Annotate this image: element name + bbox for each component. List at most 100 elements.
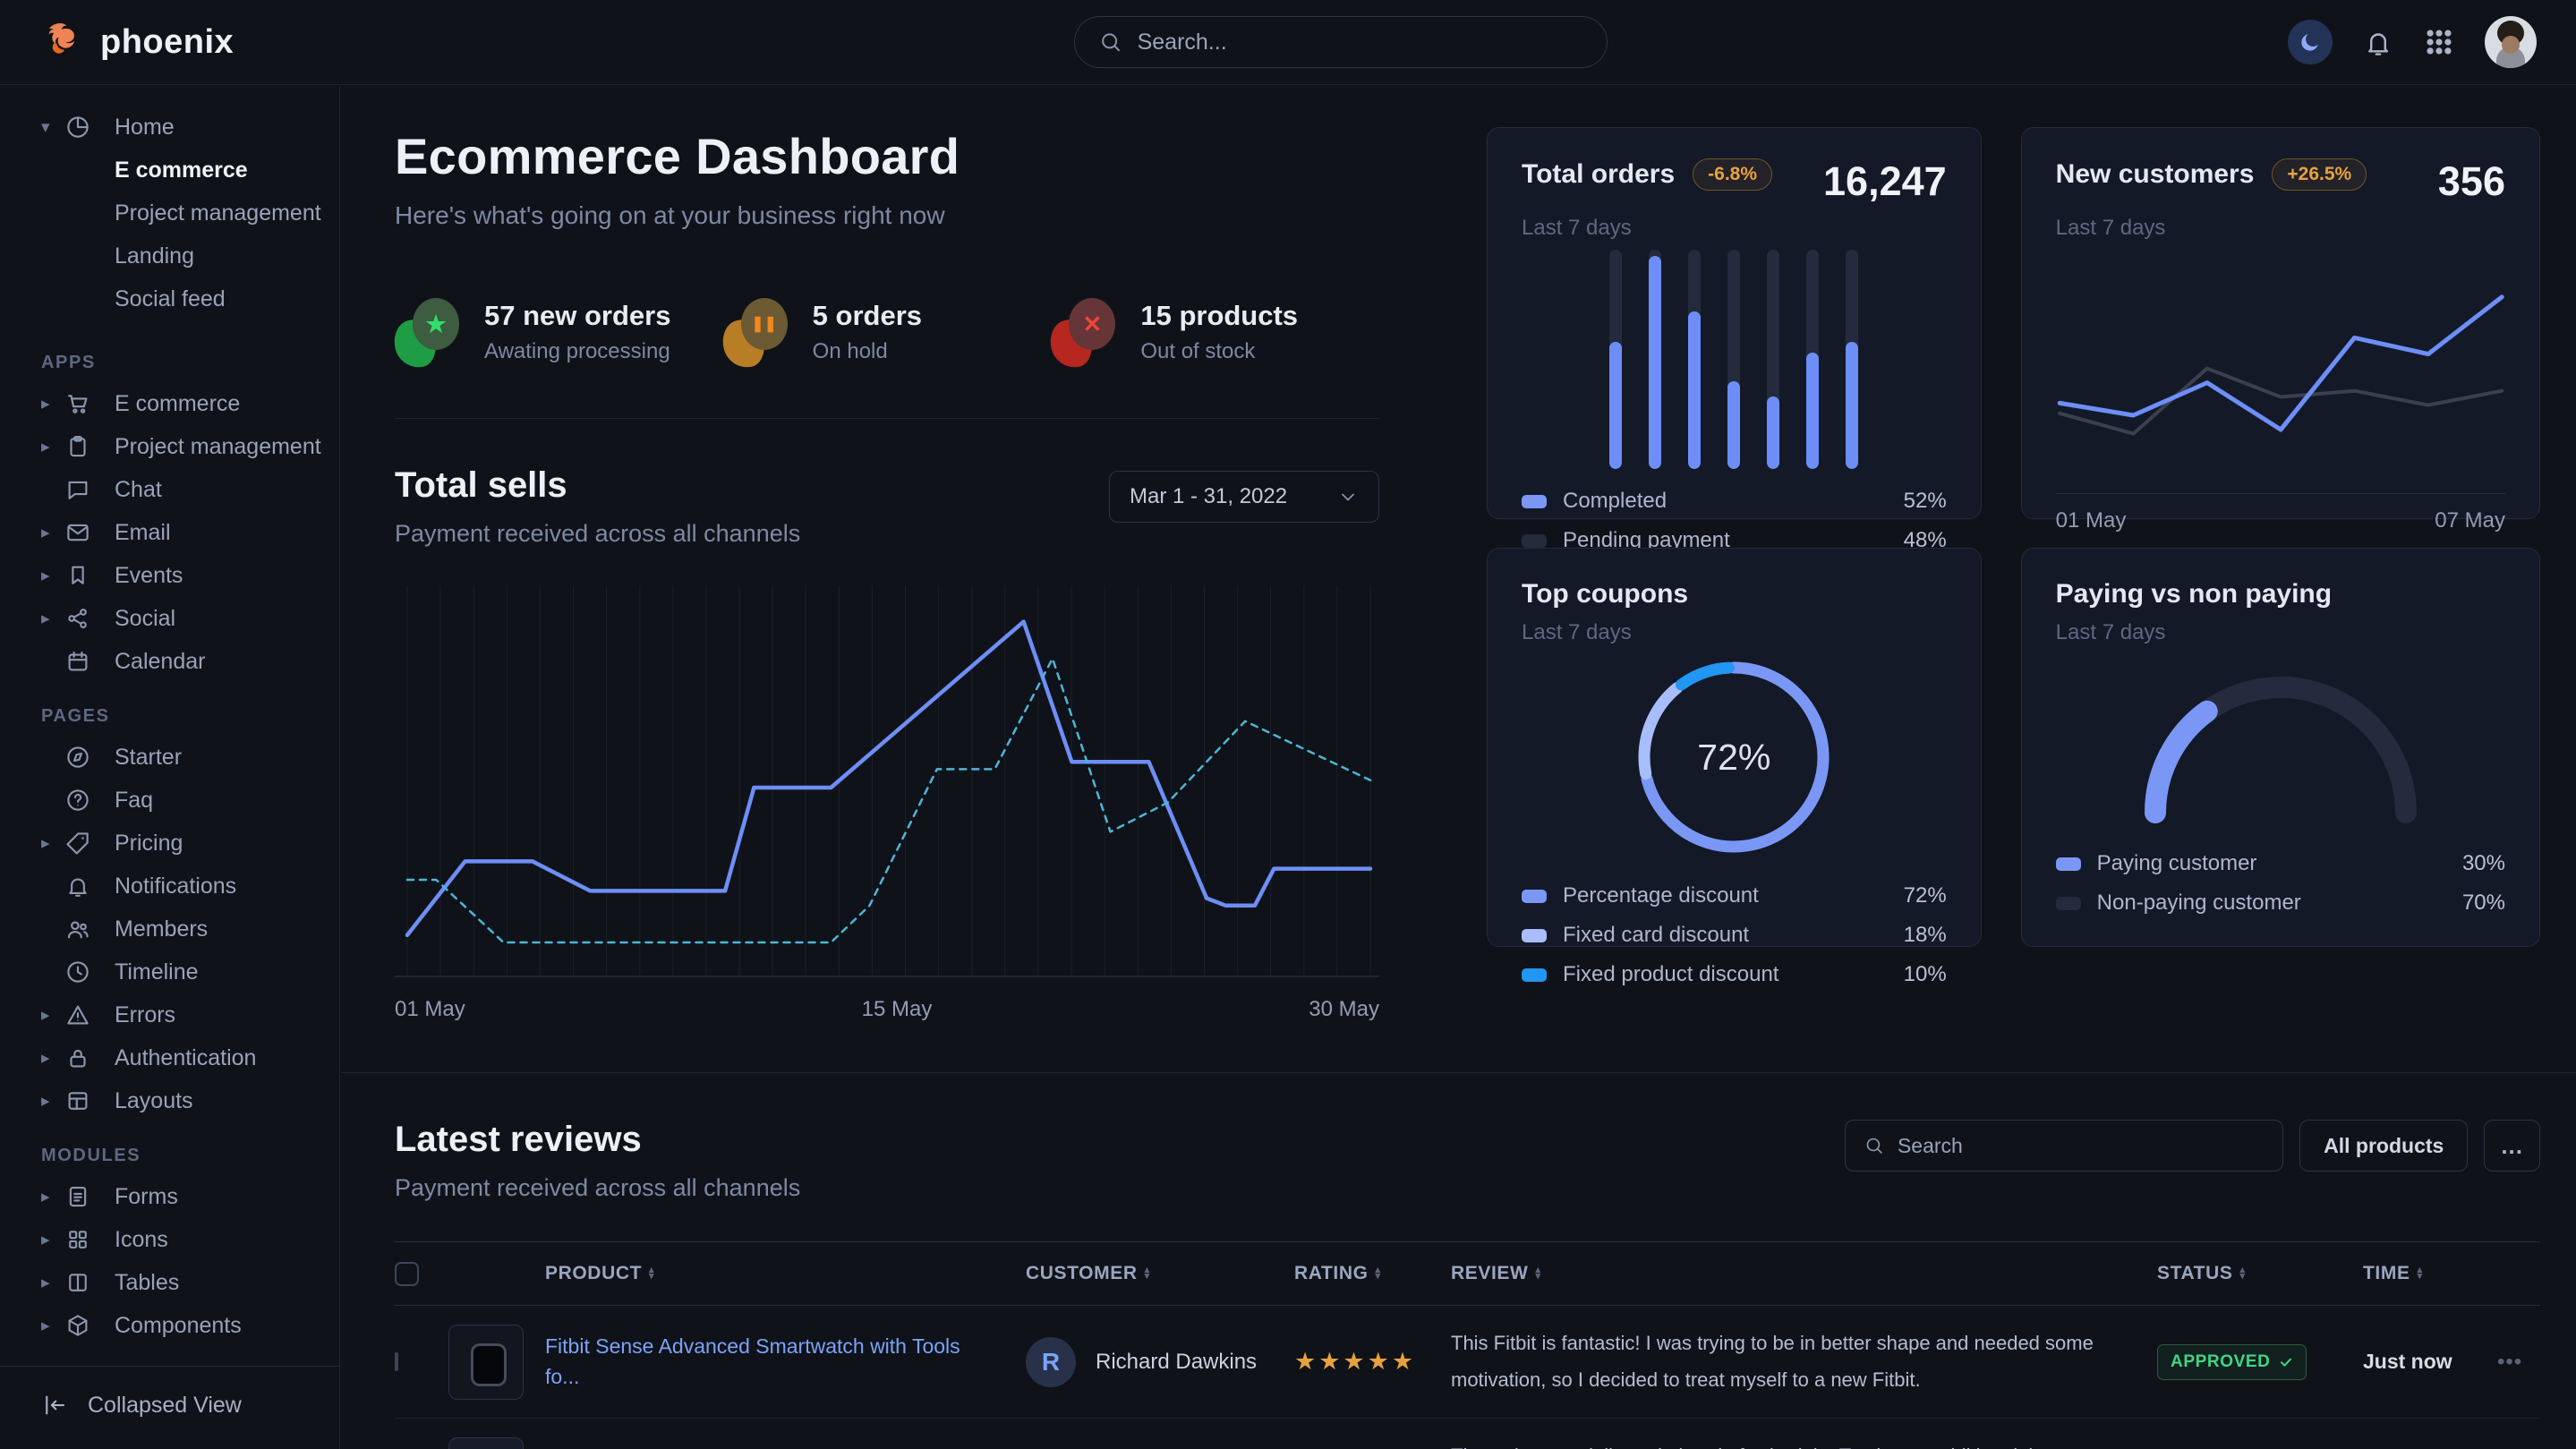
sort-icon[interactable]: ▴▾: [1376, 1267, 1381, 1280]
row-checkbox[interactable]: [395, 1352, 398, 1371]
total-sells-subtitle: Payment received across all channels: [395, 520, 800, 548]
sidebar-item-components[interactable]: ▸Components: [0, 1304, 339, 1347]
all-products-button[interactable]: All products: [2299, 1120, 2468, 1172]
collapse-sidebar-button[interactable]: Collapsed View: [0, 1366, 339, 1449]
brand-logo[interactable]: phoenix: [39, 19, 234, 65]
paying-gauge-chart: [2056, 645, 2505, 837]
clock-icon: [64, 959, 91, 985]
sidebar-item-label: Chat: [115, 477, 162, 503]
product-link[interactable]: Fitbit Sense Advanced Smartwatch with To…: [545, 1332, 1026, 1392]
bell-icon[interactable]: [2363, 27, 2393, 57]
column-header-time[interactable]: TIME▴▾: [2363, 1263, 2497, 1284]
sidebar-item-label: Starter: [115, 745, 182, 771]
main-content: Ecommerce Dashboard Here's what's going …: [341, 86, 2576, 1449]
trend-badge: -6.8%: [1693, 158, 1772, 191]
stat-title: 5 orders: [813, 300, 922, 332]
x-badge-icon: ✕: [1051, 296, 1115, 368]
sidebar-item-layouts[interactable]: ▸Layouts: [0, 1079, 339, 1122]
sidebar-item-social[interactable]: ▸Social: [0, 597, 339, 640]
sidebar-item-e-commerce[interactable]: ▸E commerce: [0, 382, 339, 425]
search-icon: [1864, 1134, 1885, 1157]
sidebar-item-chat[interactable]: Chat: [0, 468, 339, 511]
sidebar-item-notifications[interactable]: Notifications: [0, 865, 339, 908]
date-range-select[interactable]: Mar 1 - 31, 2022: [1109, 471, 1379, 523]
column-header-rating[interactable]: RATING▴▾: [1294, 1263, 1451, 1284]
pause-badge-icon: ❚❚: [723, 296, 788, 368]
kpi-cards: Total orders -6.8% 16,247 Last 7 days Co…: [1487, 127, 2540, 1024]
sidebar-item-label: Tables: [115, 1270, 179, 1296]
more-options-button[interactable]: ...: [2484, 1120, 2540, 1172]
legend-swatch: [1522, 968, 1547, 982]
sort-icon[interactable]: ▴▾: [649, 1267, 654, 1280]
dashboard-hero: Ecommerce Dashboard Here's what's going …: [395, 127, 1379, 1024]
stat-subtitle: On hold: [813, 339, 922, 364]
customer-avatar: R: [1026, 1337, 1076, 1387]
reviews-table: PRODUCT▴▾CUSTOMER▴▾RATING▴▾REVIEW▴▾STATU…: [395, 1241, 2540, 1449]
total-orders-card: Total orders -6.8% 16,247 Last 7 days Co…: [1487, 127, 1982, 519]
sidebar-item-tables[interactable]: ▸Tables: [0, 1261, 339, 1304]
reviews-search-input[interactable]: [1898, 1134, 2265, 1158]
column-header-product[interactable]: PRODUCT▴▾: [545, 1263, 1026, 1284]
sidebar-item-members[interactable]: Members: [0, 908, 339, 950]
column-header-status[interactable]: STATUS▴▾: [2157, 1263, 2363, 1284]
caret-right-icon: ▸: [41, 1005, 64, 1026]
new-customers-card: New customers +26.5% 356 Last 7 days 01 …: [2021, 127, 2540, 519]
row-actions-button[interactable]: •••: [2497, 1350, 2540, 1375]
card-title: Total orders: [1522, 159, 1675, 190]
legend-value: 72%: [1904, 883, 1947, 908]
apps-grid-icon[interactable]: [2424, 27, 2454, 57]
column-header-customer[interactable]: CUSTOMER▴▾: [1026, 1263, 1294, 1284]
sidebar-item-project-management[interactable]: ▸Project management: [0, 425, 339, 468]
sidebar-item-home[interactable]: ▾Home: [0, 106, 339, 149]
sidebar-item-faq[interactable]: Faq: [0, 779, 339, 822]
compass-icon: [64, 744, 91, 771]
sort-icon[interactable]: ▴▾: [1145, 1267, 1150, 1280]
sidebar-item-pricing[interactable]: ▸Pricing: [0, 822, 339, 865]
total-sells-title: Total sells: [395, 465, 800, 506]
reviews-search[interactable]: [1845, 1120, 2283, 1172]
caret-right-icon: ▸: [41, 1187, 64, 1207]
product-thumbnail[interactable]: [448, 1325, 524, 1400]
sidebar-section-label: PAGES: [0, 683, 339, 736]
clipboard-icon: [64, 433, 91, 460]
sidebar-item-errors[interactable]: ▸Errors: [0, 993, 339, 1036]
column-header-review[interactable]: REVIEW▴▾: [1451, 1263, 2157, 1284]
sidebar-item-label: Icons: [115, 1227, 168, 1253]
theme-toggle-button[interactable]: [2288, 20, 2333, 64]
x-tick: 15 May: [862, 997, 933, 1022]
card-title: Top coupons: [1522, 579, 1688, 609]
select-all-checkbox[interactable]: [395, 1262, 419, 1286]
sidebar-item-calendar[interactable]: Calendar: [0, 640, 339, 683]
legend-swatch: [1522, 890, 1547, 903]
paying-vs-nonpaying-card: Paying vs non paying Last 7 days Paying …: [2021, 548, 2540, 947]
sort-icon[interactable]: ▴▾: [2418, 1267, 2423, 1280]
caret-right-icon: ▸: [41, 437, 64, 457]
legend-label: Percentage discount: [1563, 883, 1759, 908]
coupons-donut-chart: 72%: [1522, 645, 1947, 869]
sidebar-subitem-project-management[interactable]: Project management: [0, 192, 339, 234]
order-bar: [1609, 250, 1622, 469]
sort-icon[interactable]: ▴▾: [2239, 1267, 2245, 1280]
total-sells-x-axis: 01 May 15 May 30 May: [395, 997, 1379, 1024]
card-value: 356: [2438, 158, 2505, 205]
sidebar-item-authentication[interactable]: ▸Authentication: [0, 1036, 339, 1079]
x-tick: 01 May: [395, 997, 465, 1024]
sidebar-item-forms[interactable]: ▸Forms: [0, 1175, 339, 1218]
sidebar-item-timeline[interactable]: Timeline: [0, 950, 339, 993]
phoenix-logo-icon: [39, 19, 86, 65]
sidebar-item-events[interactable]: ▸Events: [0, 554, 339, 597]
sidebar-subitem-e-commerce[interactable]: E commerce: [0, 149, 339, 192]
select-all-checkbox-cell: [395, 1262, 448, 1286]
sidebar-subitem-landing[interactable]: Landing: [0, 234, 339, 277]
user-avatar[interactable]: [2485, 16, 2537, 68]
sidebar-item-email[interactable]: ▸Email: [0, 511, 339, 554]
sort-icon[interactable]: ▴▾: [1535, 1267, 1540, 1280]
reviews-subtitle: Payment received across all channels: [395, 1174, 800, 1202]
sidebar-item-icons[interactable]: ▸Icons: [0, 1218, 339, 1261]
donut-center-label: 72%: [1697, 737, 1770, 779]
global-search[interactable]: [1074, 16, 1608, 68]
product-thumbnail[interactable]: [448, 1437, 524, 1449]
sidebar-subitem-social-feed[interactable]: Social feed: [0, 277, 339, 320]
global-search-input[interactable]: [1138, 30, 1583, 55]
sidebar-item-starter[interactable]: Starter: [0, 736, 339, 779]
